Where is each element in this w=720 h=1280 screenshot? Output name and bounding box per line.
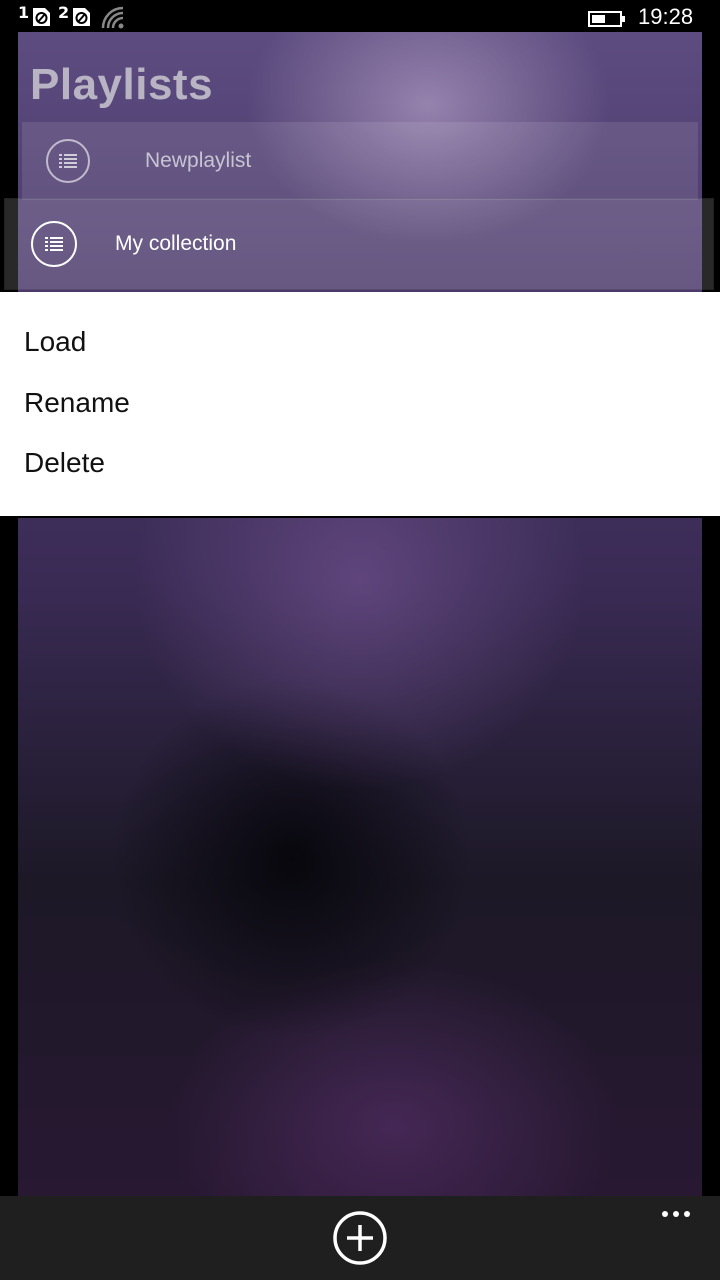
wifi-icon — [101, 6, 124, 29]
menu-item-delete[interactable]: Delete — [24, 447, 105, 479]
clock: 19:28 — [638, 4, 694, 29]
sim-no-signal-icon — [33, 8, 51, 26]
playlist-item-newplaylist[interactable]: Newplaylist — [22, 122, 698, 200]
battery-icon — [588, 11, 625, 27]
playlist-icon — [31, 221, 77, 267]
more-dot — [684, 1211, 690, 1217]
sim1-number: 1 — [18, 3, 30, 22]
status-bar: 1 2 19:28 — [0, 0, 720, 32]
playlist-label: My collection — [115, 232, 237, 255]
context-menu: Load Rename Delete — [0, 292, 720, 518]
playlist-item-my-collection[interactable]: My collection — [4, 198, 714, 290]
page-title: Playlists — [30, 60, 214, 109]
more-dot — [673, 1211, 679, 1217]
playlist-icon — [46, 139, 90, 183]
playlist-label: Newplaylist — [145, 149, 252, 172]
more-ellipsis-icon[interactable] — [656, 1204, 696, 1224]
sim2-indicator: 2 — [58, 3, 92, 30]
sim-no-signal-icon — [73, 8, 91, 26]
sim2-number: 2 — [58, 3, 70, 22]
more-dot — [662, 1211, 668, 1217]
menu-item-load[interactable]: Load — [24, 326, 86, 358]
add-circle-icon[interactable] — [332, 1210, 388, 1266]
sim1-indicator: 1 — [18, 3, 52, 30]
menu-item-rename[interactable]: Rename — [24, 387, 130, 419]
